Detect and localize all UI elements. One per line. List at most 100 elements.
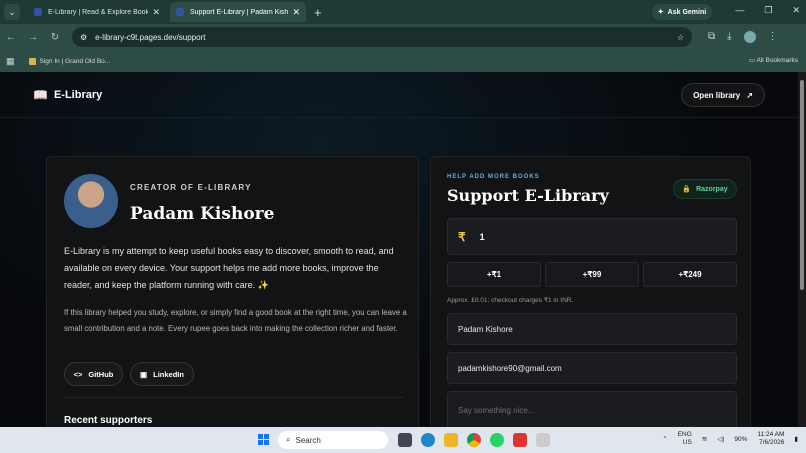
url-input[interactable]: ⚙ e-library-c9t.pages.dev/support ☆ (72, 27, 692, 47)
search-label: Search (295, 435, 321, 445)
app-red-icon[interactable] (513, 433, 527, 447)
browser-chrome: ⌄ E-Library | Read & Explore Books ✕ Sup… (0, 0, 806, 72)
creator-intro: E-Library is my attempt to keep useful b… (64, 246, 394, 290)
url-text: e-library-c9t.pages.dev/support (95, 32, 206, 42)
rupee-icon: ₹ (458, 229, 466, 244)
volume-icon[interactable]: ◁) (717, 435, 724, 443)
lock-icon: 🔒 (682, 186, 692, 193)
message-field[interactable]: Say something nice... (447, 391, 737, 427)
back-icon[interactable]: ← (0, 32, 22, 43)
tab-title: Support E-Library | Padam Kishore (190, 8, 289, 16)
linkedin-button[interactable]: ▣ LinkedIn (130, 362, 194, 386)
all-bookmarks[interactable]: ▭ All Bookmarks (749, 56, 798, 64)
clock[interactable]: 11:24 AM 7/6/2026 (757, 431, 784, 447)
tab-elibrary[interactable]: E-Library | Read & Explore Books ✕ (28, 2, 166, 22)
reload-icon[interactable]: ↻ (44, 32, 66, 43)
window-controls: — ❐ ✕ (735, 5, 800, 16)
bookmark-favicon (28, 57, 36, 65)
file-explorer-icon[interactable] (444, 433, 458, 447)
new-tab-button[interactable]: + (314, 5, 322, 20)
briefcase-icon: ▣ (140, 369, 148, 379)
site-header: 📖 E-Library Open library ↗ (0, 72, 798, 118)
lang-line1: ENG (677, 431, 692, 438)
tab-search-button[interactable]: ⌄ (4, 4, 20, 20)
code-icon: <> (73, 369, 83, 379)
star-icon[interactable]: ☆ (677, 33, 684, 42)
bookmark-item[interactable]: Sign In | Grand Old Bo... (28, 57, 111, 65)
preset-99-button[interactable]: +₹99 (545, 262, 639, 287)
extensions-icon[interactable]: ⧉ (708, 31, 715, 43)
tab-title: E-Library | Read & Explore Books (48, 8, 149, 16)
github-label: GitHub (88, 369, 114, 379)
address-bar-row: ← → ↻ ⚙ e-library-c9t.pages.dev/support … (0, 24, 806, 50)
app-calendar-icon[interactable] (536, 433, 550, 447)
profile-avatar[interactable] (743, 31, 756, 43)
email-field[interactable]: padamkishore90@gmail.com (447, 352, 737, 384)
tab-favicon (176, 8, 184, 16)
support-eyebrow: HELP ADD MORE BOOKS (447, 174, 540, 180)
preset-1-button[interactable]: +₹1 (447, 262, 541, 287)
windows-start-icon[interactable] (258, 434, 269, 445)
chrome-icon[interactable] (467, 433, 481, 447)
chevron-up-icon[interactable]: ⌃ (662, 435, 667, 443)
creator-avatar (64, 174, 118, 228)
conversion-note: Approx. £0.01; checkout charges ₹1 in IN… (447, 297, 574, 304)
preset-249-button[interactable]: +₹249 (643, 262, 737, 287)
page-viewport: 📖 E-Library Open library ↗ CREATOR OF E-… (0, 72, 798, 427)
page-scrollbar[interactable] (798, 72, 806, 427)
download-icon[interactable]: ⤓ (727, 31, 731, 43)
taskbar-apps (398, 433, 550, 447)
language-indicator[interactable]: ENG US (678, 431, 692, 447)
minimize-icon[interactable]: — (735, 5, 744, 16)
tab-bar: ⌄ E-Library | Read & Explore Books ✕ Sup… (0, 0, 806, 24)
book-icon: 📖 (33, 88, 48, 102)
creator-eyebrow: CREATOR OF E-LIBRARY (130, 183, 252, 192)
recent-supporters-heading: Recent supporters (64, 415, 153, 426)
creator-card: CREATOR OF E-LIBRARY Padam Kishore E-Lib… (46, 156, 419, 427)
github-button[interactable]: <> GitHub (64, 362, 123, 386)
close-icon[interactable]: ✕ (152, 7, 160, 18)
battery-percent[interactable]: 90% (734, 436, 747, 443)
wifi-icon[interactable]: ≋ (702, 435, 707, 443)
bookmark-label: Sign In | Grand Old Bo... (39, 57, 111, 65)
support-card: HELP ADD MORE BOOKS Support E-Library 🔒 … (430, 156, 751, 427)
time: 11:24 AM (757, 431, 785, 438)
open-library-button[interactable]: Open library ↗ (681, 83, 765, 107)
razorpay-label: Razorpay (696, 185, 728, 193)
site-info-icon[interactable]: ⚙ (80, 33, 87, 42)
restore-icon[interactable]: ❐ (764, 5, 772, 16)
amount-input[interactable]: ₹ 1 (447, 218, 737, 255)
apps-grid-icon[interactable]: ▦ (6, 56, 15, 67)
linkedin-label: LinkedIn (153, 369, 184, 379)
creator-note: If this library helped you study, explor… (64, 308, 407, 333)
system-tray: ⌃ ENG US ≋ ◁) 90% 11:24 AM 7/6/2026 ▮ (662, 431, 798, 447)
task-view-icon[interactable] (398, 433, 412, 447)
more-menu-icon[interactable]: ⋮ (768, 31, 778, 43)
close-icon[interactable]: ✕ (292, 7, 300, 18)
tab-support[interactable]: Support E-Library | Padam Kishore ✕ (170, 2, 306, 22)
windows-taskbar: ⌕ Search ⌃ ENG US ≋ ◁) 90% 11:24 AM 7/6/20… (0, 427, 806, 453)
amount-value: 1 (479, 231, 485, 242)
notification-icon[interactable]: ▮ (794, 435, 798, 443)
support-title: Support E-Library (447, 186, 609, 205)
gemini-label: Ask Gemini (667, 8, 707, 16)
gemini-icon: ✦ (657, 9, 664, 16)
taskbar-search[interactable]: ⌕ Search (278, 431, 388, 449)
logo-text: E-Library (53, 89, 103, 101)
all-bookmarks-label: All Bookmarks (756, 57, 798, 64)
edge-icon[interactable] (421, 433, 435, 447)
forward-icon[interactable]: → (22, 32, 44, 43)
search-icon: ⌕ (286, 435, 291, 444)
open-library-label: Open library (693, 90, 741, 100)
creator-name: Padam Kishore (130, 204, 275, 224)
whatsapp-icon[interactable] (490, 433, 504, 447)
site-logo[interactable]: 📖 E-Library (33, 88, 102, 102)
external-link-icon: ↗ (746, 90, 753, 100)
razorpay-badge: 🔒 Razorpay (673, 179, 737, 199)
bookmarks-bar: ▦ Sign In | Grand Old Bo... ▭ All Bookma… (0, 50, 806, 72)
ask-gemini-button[interactable]: ✦ Ask Gemini (652, 4, 712, 20)
scrollbar-thumb[interactable] (800, 80, 804, 290)
name-field[interactable]: Padam Kishore (447, 313, 737, 345)
close-window-icon[interactable]: ✕ (792, 5, 800, 16)
divider (64, 397, 404, 398)
